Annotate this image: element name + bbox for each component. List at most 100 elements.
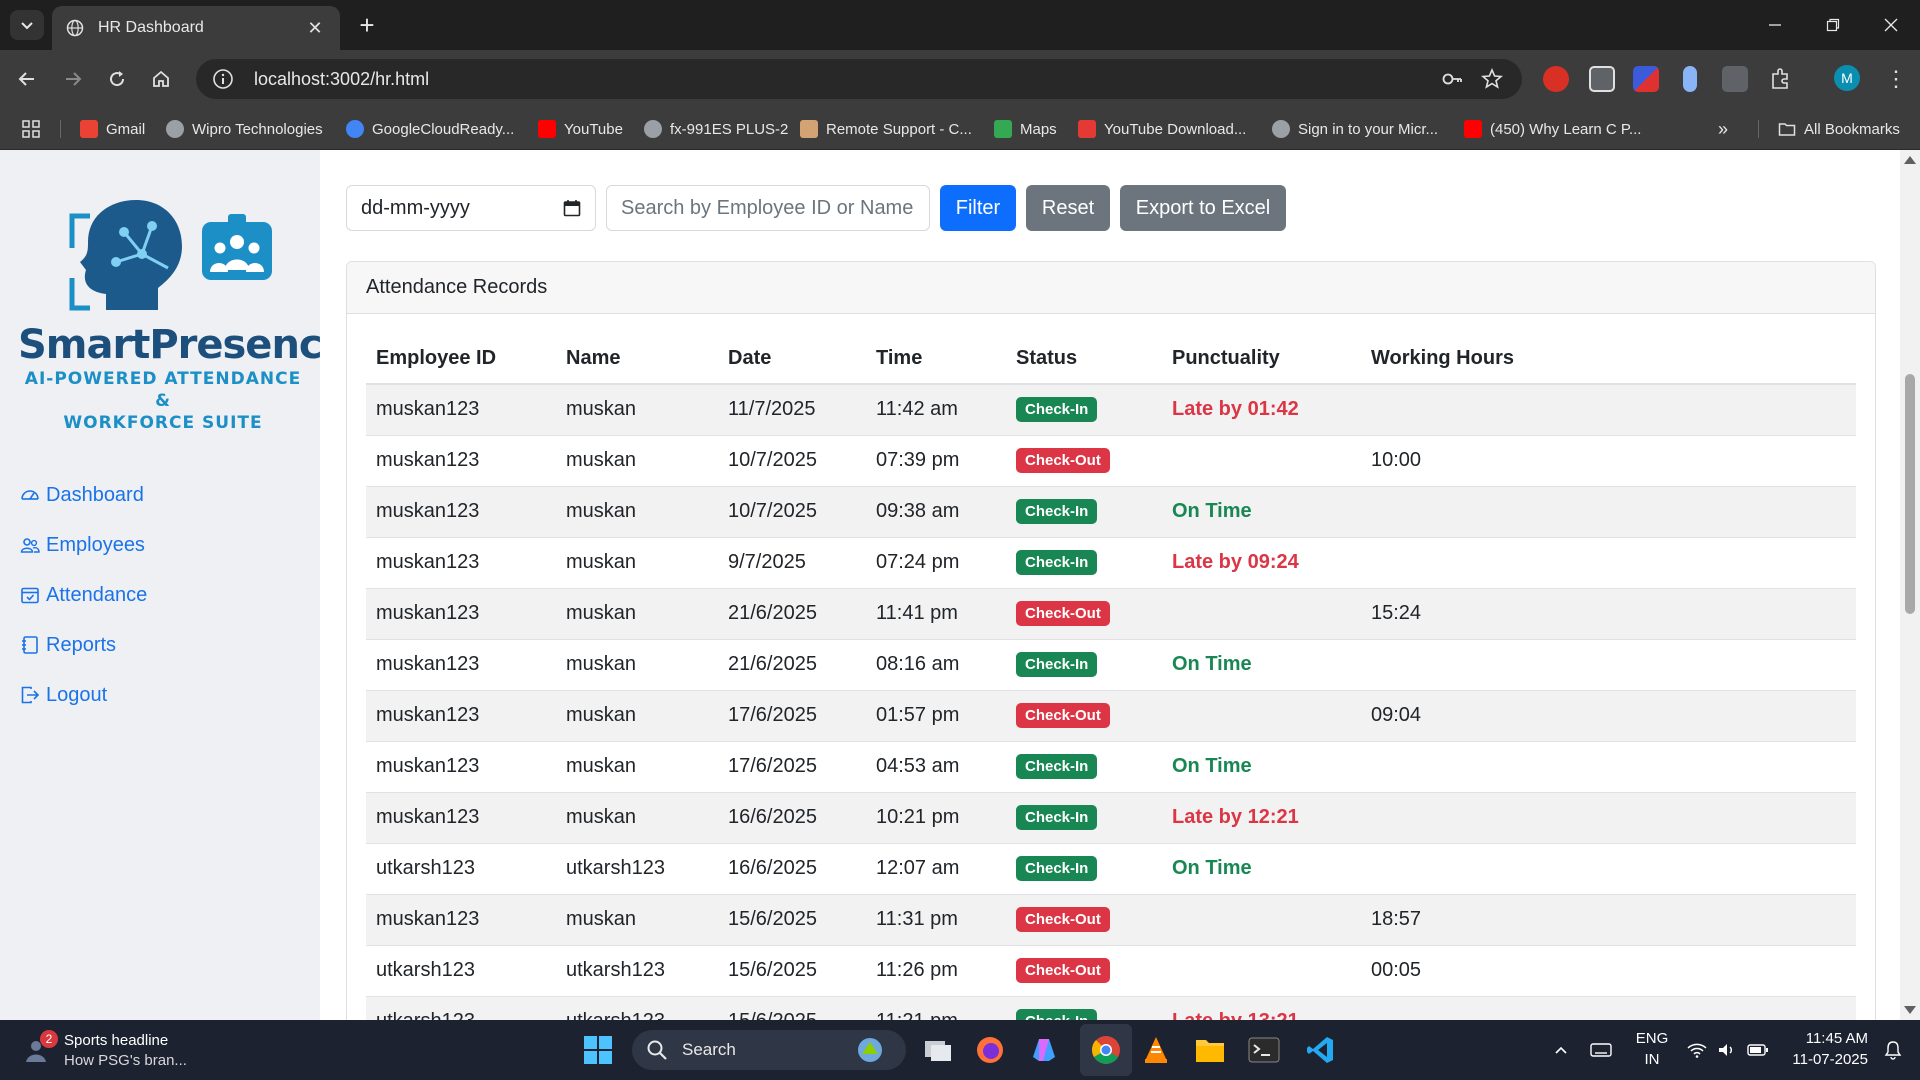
back-arrow-icon[interactable] <box>10 62 44 96</box>
tab-search-button[interactable] <box>10 10 44 40</box>
cell-time: 10:21 pm <box>866 792 1006 844</box>
employee-search-input[interactable] <box>606 185 930 231</box>
table-row: muskan123 muskan 10/7/2025 09:38 am Check-In… <box>366 486 1856 538</box>
profile-avatar[interactable]: M <box>1834 65 1860 91</box>
terminal-icon[interactable] <box>1246 1032 1282 1068</box>
cell-name: muskan <box>556 690 718 742</box>
scroll-down-arrow-icon[interactable] <box>1904 1006 1916 1014</box>
vlc-icon[interactable] <box>1138 1032 1174 1068</box>
apps-grid-icon[interactable] <box>22 108 40 150</box>
table-row: utkarsh123 utkarsh123 15/6/2025 11:26 pm Che… <box>366 945 1856 997</box>
notifications-bell-icon[interactable] <box>1880 1020 1906 1080</box>
sidebar-item-attendance[interactable]: Attendance <box>20 580 147 610</box>
sidebar-item-employees[interactable]: Employees <box>20 530 145 560</box>
firefox-icon[interactable] <box>972 1032 1008 1068</box>
taskbar-search[interactable]: Search <box>632 1030 906 1070</box>
calendar-icon[interactable] <box>563 199 581 217</box>
page-scrollbar[interactable] <box>1900 150 1920 1020</box>
chrome-icon[interactable] <box>1088 1032 1124 1068</box>
bookmark-maps[interactable]: Maps <box>994 108 1057 150</box>
column-header: Date <box>718 334 866 385</box>
system-clock[interactable]: 11:45 AM 11-07-2025 <box>1778 1028 1868 1070</box>
cell-status: Check-Out <box>1006 894 1162 946</box>
extension-tabs-icon[interactable] <box>1722 66 1748 92</box>
task-view-icon[interactable] <box>920 1032 956 1068</box>
bookmark-microsoft-signin[interactable]: Sign in to your Micr... <box>1272 108 1438 150</box>
search-label: Search <box>682 1040 736 1059</box>
cell-time: 11:31 pm <box>866 894 1006 946</box>
tab-hr-dashboard[interactable]: HR Dashboard ✕ <box>52 6 340 50</box>
maps-icon <box>994 120 1012 138</box>
bookmark-learn-c[interactable]: (450) Why Learn C P... <box>1464 108 1641 150</box>
status-badge: Check-In <box>1016 652 1098 677</box>
sidebar-item-label: Reports <box>46 633 117 656</box>
status-badge: Check-In <box>1016 856 1098 881</box>
scrollbar-thumb[interactable] <box>1905 374 1915 614</box>
cell-time: 04:53 am <box>866 741 1006 793</box>
reset-button[interactable]: Reset <box>1026 185 1110 231</box>
browser-menu-icon[interactable]: ⋮ <box>1884 66 1908 92</box>
bookmark-wipro[interactable]: Wipro Technologies <box>166 108 323 150</box>
extension-pdf-icon[interactable] <box>1633 66 1659 92</box>
extension-screen-icon[interactable] <box>1589 66 1615 92</box>
table-header-row: Employee ID Name Date Time Status Punctuality… <box>366 334 1856 385</box>
cell-employee-id: muskan123 <box>366 741 556 793</box>
table-row: muskan123 muskan 11/7/2025 11:42 am Check-In… <box>366 384 1856 436</box>
cell-punctuality <box>1162 435 1361 487</box>
reload-icon[interactable] <box>100 62 134 96</box>
bookmark-fx991[interactable]: fx-991ES PLUS-2 <box>644 108 788 150</box>
cell-date: 21/6/2025 <box>718 588 866 640</box>
file-explorer-icon[interactable] <box>1192 1032 1228 1068</box>
volume-icon[interactable] <box>1714 1020 1740 1080</box>
scroll-up-arrow-icon[interactable] <box>1904 156 1916 164</box>
vscode-icon[interactable] <box>1302 1032 1338 1068</box>
bookmarks-overflow-icon[interactable]: » <box>1718 108 1728 150</box>
cell-time: 08:16 am <box>866 639 1006 691</box>
copilot-icon[interactable] <box>1026 1032 1062 1068</box>
filter-button[interactable]: Filter <box>940 185 1016 231</box>
close-window-icon[interactable] <box>1862 0 1920 50</box>
sidebar-item-reports[interactable]: Reports <box>20 630 116 660</box>
cell-name: muskan <box>556 588 718 640</box>
windows-start-icon[interactable] <box>580 1032 616 1068</box>
url-text: localhost:3002/hr.html <box>254 68 430 89</box>
restore-icon[interactable] <box>1804 0 1862 50</box>
home-icon[interactable] <box>144 62 178 96</box>
sidebar-item-logout[interactable]: Logout <box>20 680 107 710</box>
bookmark-youtube-download[interactable]: YouTube Download... <box>1078 108 1246 150</box>
cell-time: 09:38 am <box>866 486 1006 538</box>
search-icon <box>647 1040 667 1060</box>
wifi-icon[interactable] <box>1684 1020 1710 1080</box>
cell-time: 01:57 pm <box>866 690 1006 742</box>
news-widget[interactable]: 2 Sports headline How PSG's bran... <box>24 1028 224 1072</box>
date-filter-input[interactable]: dd-mm-yyyy <box>346 185 596 231</box>
extension-mouse-icon[interactable] <box>1683 66 1697 92</box>
site-info-icon[interactable] <box>212 68 234 90</box>
bookmark-googlecloud[interactable]: GoogleCloudReady... <box>346 108 514 150</box>
sidebar-item-dashboard[interactable]: Dashboard <box>20 480 144 510</box>
chevron-down-icon <box>21 22 33 30</box>
new-tab-button[interactable]: + <box>352 10 382 40</box>
extension-stop-icon[interactable] <box>1543 66 1569 92</box>
language-indicator[interactable]: ENG IN <box>1632 1028 1672 1070</box>
table-row: muskan123 muskan 16/6/2025 10:21 pm Check-In… <box>366 792 1856 844</box>
export-excel-button[interactable]: Export to Excel <box>1120 185 1286 231</box>
all-bookmarks-button[interactable]: All Bookmarks <box>1778 108 1900 150</box>
password-key-icon[interactable] <box>1440 67 1464 91</box>
bookmark-gmail[interactable]: Gmail <box>80 108 145 150</box>
bookmark-star-icon[interactable] <box>1480 67 1504 91</box>
bookmark-youtube[interactable]: YouTube <box>538 108 623 150</box>
bookmark-remote-support[interactable]: Remote Support - C... <box>800 108 972 150</box>
keyboard-icon[interactable] <box>1586 1020 1616 1080</box>
address-bar[interactable]: localhost:3002/hr.html <box>196 59 1522 99</box>
tab-close-icon[interactable]: ✕ <box>304 18 326 39</box>
cell-employee-id: muskan123 <box>366 435 556 487</box>
extensions-puzzle-icon[interactable] <box>1768 66 1794 92</box>
tray-overflow-chevron-icon[interactable] <box>1548 1020 1574 1080</box>
battery-icon[interactable] <box>1744 1020 1772 1080</box>
cell-punctuality <box>1162 945 1361 997</box>
minimize-icon[interactable] <box>1746 0 1804 50</box>
status-badge: Check-Out <box>1016 601 1110 626</box>
gmail-icon <box>80 120 98 138</box>
forward-arrow-icon[interactable] <box>56 62 90 96</box>
